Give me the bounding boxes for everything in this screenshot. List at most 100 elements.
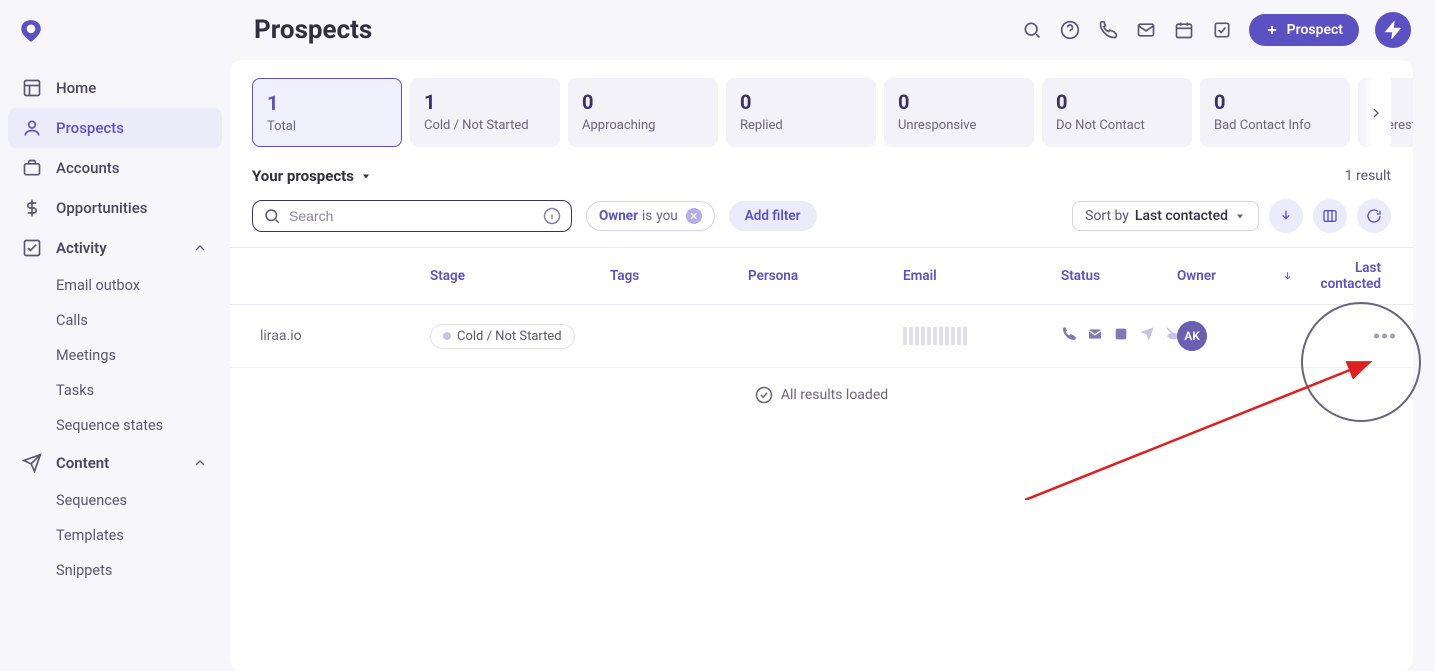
- stat-label: Approaching: [582, 118, 704, 133]
- sidebar-sub-meetings[interactable]: Meetings: [8, 338, 222, 373]
- table-header: Stage Tags Persona Email Status Owner La…: [230, 247, 1413, 305]
- chevron-up-icon: [192, 240, 208, 256]
- content-card: 1 Total 1 Cold / Not Started 0 Approachi…: [230, 60, 1413, 671]
- th-tags[interactable]: Tags: [602, 248, 740, 304]
- create-prospect-button[interactable]: Prospect: [1249, 14, 1359, 46]
- stat-count: 0: [1056, 90, 1178, 114]
- send-status-icon[interactable]: [1139, 326, 1155, 346]
- stat-label: Replied: [740, 118, 862, 133]
- sort-label: Sort by: [1085, 208, 1129, 224]
- cell-email: [895, 323, 1053, 349]
- contact-status-icon[interactable]: [1113, 326, 1129, 346]
- sidebar-section-content[interactable]: Content: [8, 443, 222, 483]
- stat-label: Do Not Contact: [1056, 118, 1178, 133]
- sidebar-item-opportunities[interactable]: Opportunities: [8, 188, 222, 228]
- calendar-icon[interactable]: [1173, 19, 1195, 41]
- stat-label: Bad Contact Info: [1214, 118, 1336, 133]
- filter-chip-owner[interactable]: Owner is you ✕: [586, 201, 715, 231]
- sidebar-item-label: Home: [56, 79, 96, 97]
- briefcase-icon: [22, 158, 42, 178]
- page-title: Prospects: [254, 15, 372, 45]
- sidebar-sub-email-outbox[interactable]: Email outbox: [8, 268, 222, 303]
- chevron-up-icon: [192, 455, 208, 471]
- sidebar-item-home[interactable]: Home: [8, 68, 222, 108]
- help-icon[interactable]: [1059, 19, 1081, 41]
- task-icon[interactable]: [1211, 19, 1233, 41]
- activity-icon: [22, 238, 42, 258]
- sidebar-sub-sequence-states[interactable]: Sequence states: [8, 408, 222, 443]
- sidebar-sub-calls[interactable]: Calls: [8, 303, 222, 338]
- th-stage[interactable]: Stage: [422, 248, 602, 304]
- stage-dot-icon: [443, 332, 451, 340]
- cell-tags: [602, 332, 740, 340]
- info-icon[interactable]: [543, 207, 561, 225]
- cell-name: liraa.io: [252, 324, 422, 348]
- sidebar-item-label: Opportunities: [56, 199, 147, 217]
- sidebar-item-prospects[interactable]: Prospects: [8, 108, 222, 148]
- main: Prospects Prospect 1: [230, 0, 1435, 671]
- th-status[interactable]: Status: [1053, 248, 1169, 304]
- stage-pill[interactable]: Cold / Not Started: [430, 324, 575, 349]
- sort-selector[interactable]: Sort by Last contacted: [1072, 201, 1259, 231]
- download-button[interactable]: [1269, 199, 1303, 233]
- stats-next-button[interactable]: [1361, 78, 1391, 147]
- stat-replied[interactable]: 0 Replied: [726, 78, 876, 147]
- sidebar-item-label: Accounts: [56, 159, 120, 177]
- stats-row: 1 Total 1 Cold / Not Started 0 Approachi…: [230, 78, 1413, 153]
- th-label: Last contacted: [1297, 260, 1381, 292]
- cell-persona: [740, 332, 895, 340]
- sidebar-sub-tasks[interactable]: Tasks: [8, 373, 222, 408]
- button-label: Prospect: [1287, 22, 1343, 38]
- add-filter-button[interactable]: Add filter: [729, 201, 817, 231]
- stat-cold[interactable]: 1 Cold / Not Started: [410, 78, 560, 147]
- sidebar-sub-snippets[interactable]: Snippets: [8, 553, 222, 588]
- stat-label: Total: [267, 119, 387, 134]
- send-icon: [22, 453, 42, 473]
- stat-total[interactable]: 1 Total: [252, 78, 402, 147]
- stat-count: 0: [582, 90, 704, 114]
- topbar: Prospects Prospect: [230, 0, 1435, 60]
- section-label: Content: [56, 454, 109, 472]
- stat-count: 0: [740, 90, 862, 114]
- stat-bad-contact[interactable]: 0 Bad Contact Info: [1200, 78, 1350, 147]
- sidebar-section-activity[interactable]: Activity: [8, 228, 222, 268]
- th-email[interactable]: Email: [895, 248, 1053, 304]
- columns-button[interactable]: [1313, 199, 1347, 233]
- stat-do-not-contact[interactable]: 0 Do Not Contact: [1042, 78, 1192, 147]
- all-loaded-label: All results loaded: [781, 387, 888, 403]
- call-status-icon[interactable]: [1061, 326, 1077, 346]
- refresh-button[interactable]: [1357, 199, 1391, 233]
- sort-arrow-icon: [1282, 270, 1293, 282]
- chip-remove-icon[interactable]: ✕: [686, 208, 702, 224]
- sidebar-item-accounts[interactable]: Accounts: [8, 148, 222, 188]
- dollar-icon: [22, 198, 42, 218]
- stat-label: Unresponsive: [898, 118, 1020, 133]
- search-box[interactable]: [252, 200, 572, 232]
- stat-approaching[interactable]: 0 Approaching: [568, 78, 718, 147]
- topbar-actions: Prospect: [1021, 12, 1411, 48]
- search-icon: [263, 207, 281, 225]
- th-owner[interactable]: Owner: [1169, 248, 1274, 304]
- mail-icon[interactable]: [1135, 19, 1157, 41]
- sidebar-sub-sequences[interactable]: Sequences: [8, 483, 222, 518]
- sort-value: Last contacted: [1135, 208, 1228, 224]
- filterbar-row2: Owner is you ✕ Add filter Sort by Last c…: [230, 189, 1413, 247]
- email-status-icon[interactable]: [1087, 326, 1103, 346]
- row-more-menu[interactable]: [1374, 334, 1395, 339]
- table-row[interactable]: liraa.io Cold / Not Started: [230, 305, 1413, 368]
- view-selector[interactable]: Your prospects: [252, 167, 372, 185]
- chip-value: you: [656, 208, 677, 224]
- cell-status: [1053, 322, 1169, 350]
- quick-action-button[interactable]: [1375, 12, 1411, 48]
- search-input[interactable]: [289, 208, 543, 224]
- th-last-contacted[interactable]: Last contacted: [1274, 248, 1389, 304]
- search-icon[interactable]: [1021, 19, 1043, 41]
- owner-avatar[interactable]: AK: [1177, 321, 1207, 351]
- stat-unresponsive[interactable]: 0 Unresponsive: [884, 78, 1034, 147]
- sidebar-sub-templates[interactable]: Templates: [8, 518, 222, 553]
- check-circle-icon: [755, 386, 773, 404]
- home-icon: [22, 78, 42, 98]
- th-persona[interactable]: Persona: [740, 248, 895, 304]
- phone-icon[interactable]: [1097, 19, 1119, 41]
- stat-count: 1: [267, 91, 387, 115]
